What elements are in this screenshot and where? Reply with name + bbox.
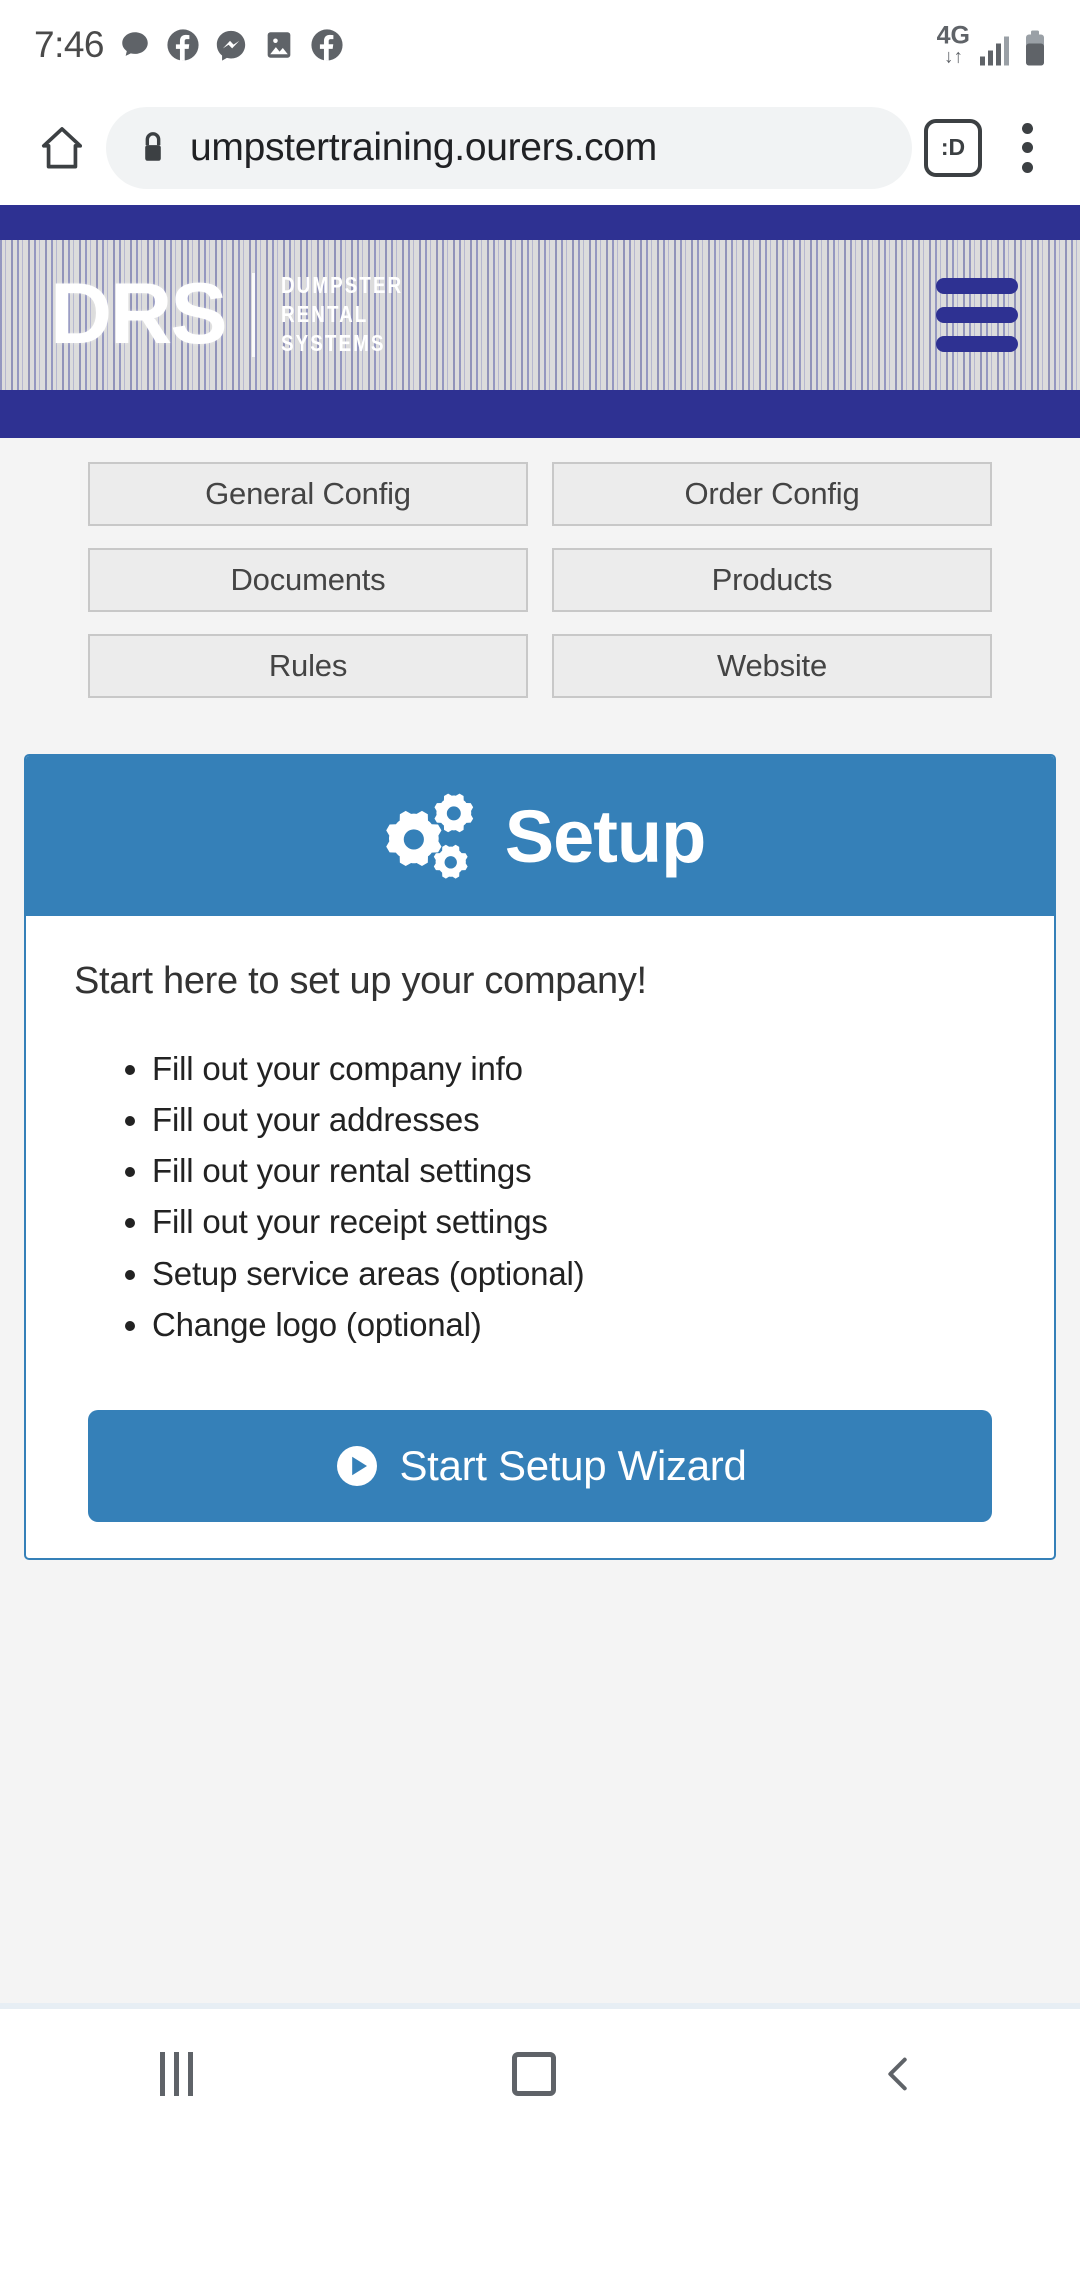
list-item: Fill out your receipt settings	[152, 1196, 1006, 1247]
hamburger-bar-icon	[936, 278, 1018, 294]
signal-bars-icon	[980, 36, 1009, 66]
page-content: General Config Order Config Documents Pr…	[0, 438, 1080, 2003]
kebab-dot-icon	[1021, 161, 1033, 173]
site-logo[interactable]: DRS DUMPSTER RENTAL SYSTEMS	[50, 266, 430, 363]
kebab-dot-icon	[1021, 142, 1033, 153]
list-item: Fill out your rental settings	[152, 1145, 1006, 1196]
nav-button-general-config[interactable]: General Config	[88, 462, 528, 526]
nav-button-order-config[interactable]: Order Config	[552, 462, 992, 526]
nav-button-documents[interactable]: Documents	[88, 548, 528, 612]
site-header-bottom-bar	[0, 390, 1080, 438]
browser-menu-button[interactable]	[1004, 117, 1050, 179]
list-item: Change logo (optional)	[152, 1299, 1006, 1350]
logo-word-rental: RENTAL	[280, 301, 368, 328]
logo-mark-text: DRS	[50, 266, 228, 363]
kebab-dot-icon	[1021, 122, 1033, 134]
setup-card: Setup Start here to set up your company!…	[24, 754, 1056, 1560]
list-item: Setup service areas (optional)	[152, 1248, 1006, 1299]
recents-bar-icon	[159, 2052, 165, 2096]
facebook-icon	[167, 29, 199, 61]
chat-bubble-icon	[122, 32, 148, 56]
logo-wordmark: DUMPSTER RENTAL SYSTEMS	[281, 273, 430, 356]
setup-steps-list: Fill out your company info Fill out your…	[74, 1043, 1006, 1350]
battery-icon	[1026, 30, 1044, 66]
browser-home-button[interactable]	[24, 110, 100, 186]
address-bar[interactable]: umpstertraining.ourers.com	[106, 106, 912, 189]
list-item: Fill out your company info	[152, 1043, 1006, 1094]
site-header-banner: DRS DUMPSTER RENTAL SYSTEMS	[0, 240, 1080, 390]
logo-word-systems: SYSTEMS	[280, 329, 386, 356]
data-arrows-icon: ↓↑	[943, 46, 963, 68]
wizard-button-container: Start Setup Wizard	[74, 1410, 1006, 1558]
home-icon[interactable]	[511, 2052, 556, 2096]
browser-toolbar: umpstertraining.ourers.com :D	[0, 90, 1080, 205]
logo-divider	[251, 273, 255, 357]
recents-icon[interactable]	[159, 2052, 193, 2096]
facebook-icon	[311, 29, 343, 61]
recents-bar-icon	[187, 2052, 193, 2096]
hamburger-menu-icon[interactable]	[936, 278, 1018, 352]
hamburger-bar-icon	[936, 307, 1018, 323]
start-setup-wizard-label: Start Setup Wizard	[399, 1442, 747, 1489]
status-bar: 7:46 4G ↓↑	[0, 0, 1080, 90]
status-bar-left: 7:46	[34, 24, 344, 66]
nav-button-website[interactable]: Website	[552, 634, 992, 698]
setup-card-title: Setup	[504, 794, 707, 878]
photos-icon	[267, 32, 291, 58]
list-item: Fill out your addresses	[152, 1094, 1006, 1145]
setup-card-header: Setup	[26, 756, 1054, 916]
setup-lead-text: Start here to set up your company!	[74, 960, 647, 1002]
play-circle-icon	[337, 1446, 378, 1486]
home-icon	[41, 126, 83, 168]
nav-button-products[interactable]: Products	[552, 548, 992, 612]
hamburger-bar-icon	[936, 336, 1018, 352]
config-button-grid: General Config Order Config Documents Pr…	[0, 462, 1080, 698]
nav-button-rules[interactable]: Rules	[88, 634, 528, 698]
cogs-icon	[385, 793, 473, 879]
logo-word-dumpster: DUMPSTER	[280, 272, 403, 299]
messenger-icon	[216, 30, 246, 61]
address-bar-url: umpstertraining.ourers.com	[190, 125, 657, 169]
lock-icon	[145, 131, 161, 161]
start-setup-wizard-button[interactable]: Start Setup Wizard	[88, 1410, 992, 1522]
status-bar-right: 4G ↓↑	[936, 21, 1046, 68]
setup-card-body: Start here to set up your company! Fill …	[26, 916, 1054, 1558]
network-type-label: 4G	[936, 21, 970, 50]
tab-count-label: :D	[940, 134, 966, 160]
tab-switcher-button[interactable]: :D	[924, 118, 982, 177]
status-clock: 7:46	[34, 24, 105, 65]
site-header-top-bar	[0, 205, 1080, 240]
back-icon[interactable]	[875, 2051, 921, 2097]
recents-bar-icon	[173, 2052, 179, 2096]
android-navigation-bar	[0, 2009, 1080, 2139]
